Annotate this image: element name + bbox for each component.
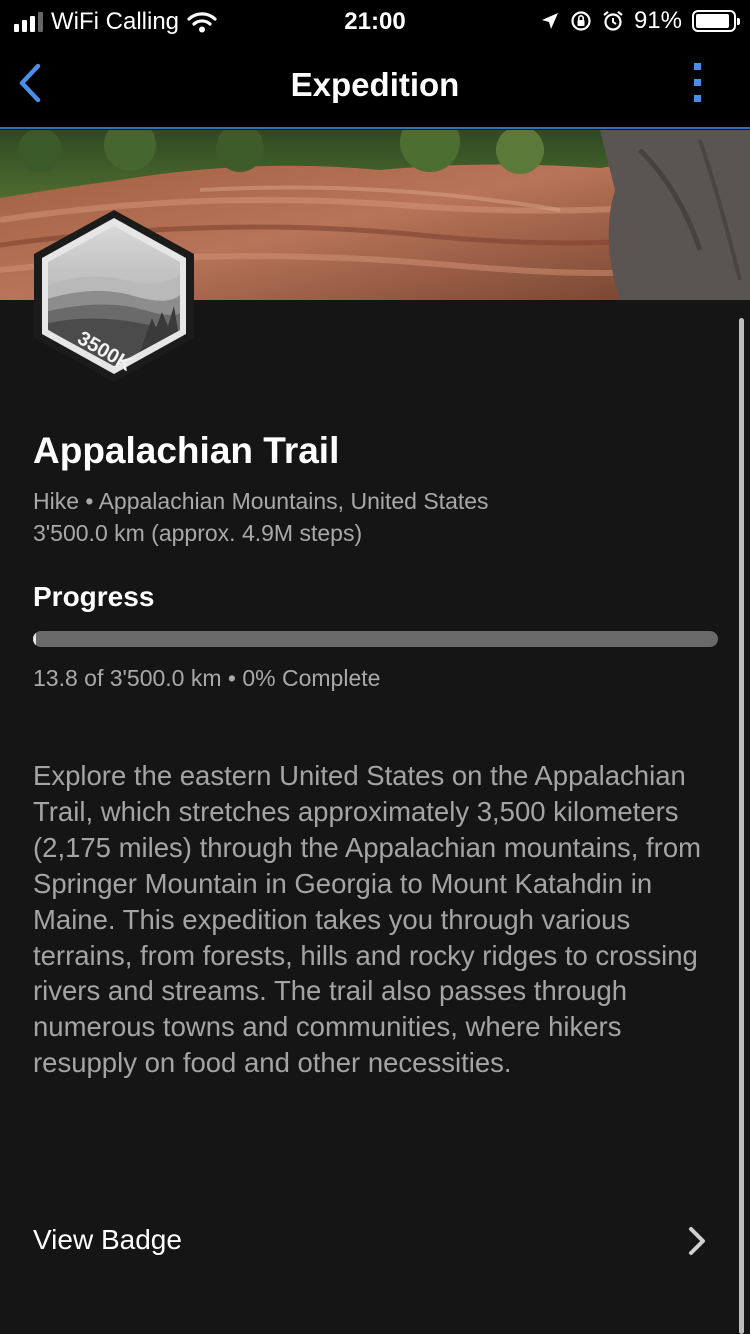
view-badge-button[interactable]: View Badge xyxy=(0,1200,735,1282)
expedition-title: Appalachian Trail xyxy=(33,430,340,471)
expedition-meta-distance: 3'500.0 km (approx. 4.9M steps) xyxy=(33,520,363,546)
nav-bar: Expedition xyxy=(0,44,750,129)
location-icon xyxy=(541,13,558,29)
expedition-badge: 3500K xyxy=(34,208,194,384)
status-right: 91% xyxy=(540,7,740,35)
more-options-button[interactable] xyxy=(688,62,708,106)
battery-percent: 91% xyxy=(633,7,682,34)
more-vertical-icon xyxy=(694,63,701,102)
mountain-badge-icon: 3500K xyxy=(34,210,194,382)
orientation-lock-icon xyxy=(571,11,591,31)
status-bar: WiFi Calling 21:00 91% xyxy=(0,0,750,44)
chevron-right-icon xyxy=(689,1227,705,1255)
view-badge-label: View Badge xyxy=(33,1224,182,1255)
page-title: Expedition xyxy=(290,66,460,103)
scrollbar[interactable] xyxy=(739,318,744,1334)
alarm-icon xyxy=(603,10,623,31)
progress-summary: 13.8 of 3'500.0 km • 0% Complete xyxy=(33,665,381,691)
expedition-meta-type-location: Hike • Appalachian Mountains, United Sta… xyxy=(33,488,489,514)
battery-level xyxy=(696,14,729,28)
progress-bar xyxy=(33,631,718,647)
battery-icon xyxy=(692,10,740,32)
expedition-description: Explore the eastern United States on the… xyxy=(33,760,702,1079)
progress-heading: Progress xyxy=(33,581,155,612)
